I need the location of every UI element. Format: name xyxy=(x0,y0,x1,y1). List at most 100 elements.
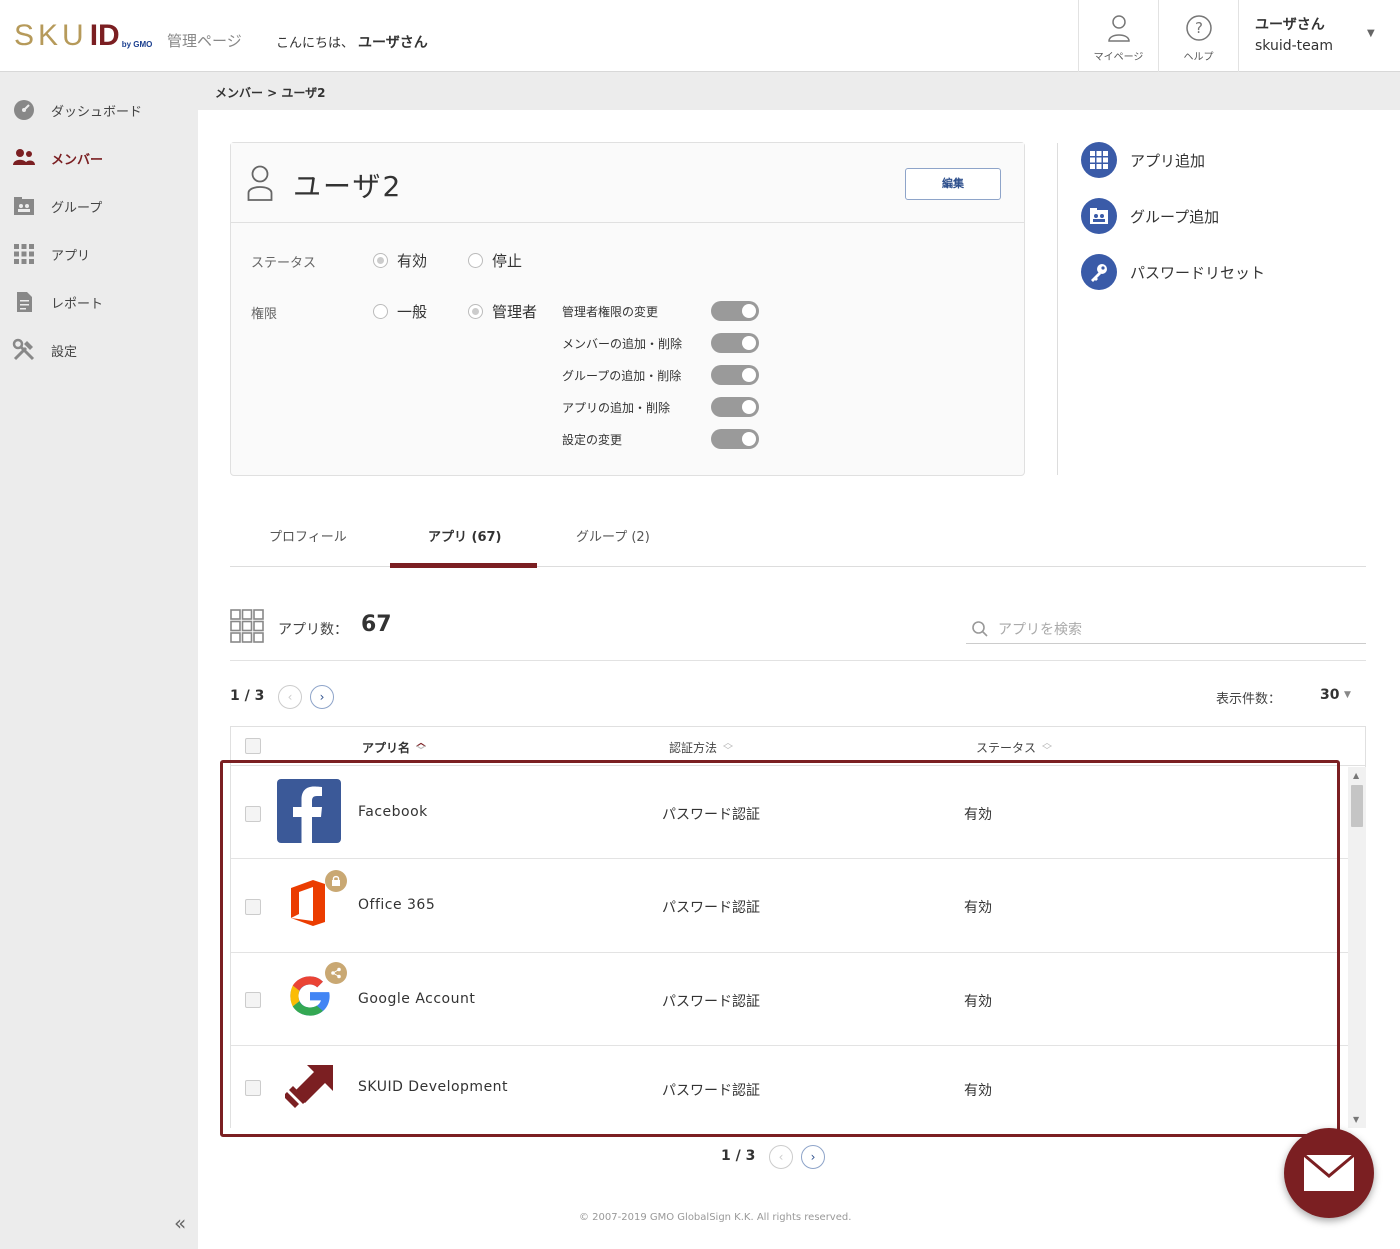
status-radio-suspended[interactable]: 停止 xyxy=(468,250,522,271)
role-radio-general[interactable]: 一般 xyxy=(373,301,427,322)
app-search-input[interactable]: アプリを検索 xyxy=(966,616,1366,644)
radio-label: 一般 xyxy=(397,303,428,321)
app-status: 有効 xyxy=(964,807,992,823)
members-icon xyxy=(13,149,35,165)
column-header-status[interactable]: ステータス ︿ ﹀ xyxy=(976,738,1052,756)
column-header-label: ステータス xyxy=(976,741,1037,755)
permission-toggle-settings[interactable] xyxy=(711,429,759,449)
row-checkbox[interactable] xyxy=(245,899,261,915)
password-reset-action[interactable]: パスワードリセット xyxy=(1081,254,1265,290)
search-placeholder: アプリを検索 xyxy=(998,622,1082,638)
radio-label: 停止 xyxy=(492,252,523,270)
add-app-action[interactable]: アプリ追加 xyxy=(1081,142,1205,178)
sidebar-item-groups[interactable]: グループ xyxy=(0,182,198,230)
next-page-button-bottom[interactable]: › xyxy=(801,1145,825,1169)
mypage-button[interactable]: マイページ xyxy=(1078,0,1158,72)
app-status: 有効 xyxy=(964,1083,992,1099)
chevron-down-icon: ▼ xyxy=(1367,28,1375,39)
column-header-auth[interactable]: 認証方法 ︿ ﹀ xyxy=(669,737,734,757)
radio-dot xyxy=(373,304,388,319)
logo-id: ID xyxy=(89,19,120,52)
app-auth: パスワード認証 xyxy=(662,1083,760,1099)
row-checkbox[interactable] xyxy=(245,806,261,822)
sidebar-item-members[interactable]: メンバー xyxy=(0,134,198,182)
tab-groups[interactable]: グループ (2) xyxy=(576,526,650,545)
chevron-left-icon: ‹ xyxy=(287,690,293,704)
skuid-logo[interactable]: SKU ID by GMO xyxy=(14,19,153,52)
permission-toggle-groups[interactable] xyxy=(711,365,759,385)
permission-toggle-members[interactable] xyxy=(711,333,759,353)
select-all-checkbox[interactable] xyxy=(245,738,261,754)
table-scrollbar[interactable]: ▲ ▼ xyxy=(1348,767,1366,1128)
page-indicator: 1 / 3 xyxy=(230,688,265,704)
scroll-up-icon[interactable]: ▲ xyxy=(1353,771,1359,780)
permission-toggle-admin[interactable] xyxy=(711,301,759,321)
apps-grid-outline-icon xyxy=(230,609,264,643)
table-row[interactable]: Facebook パスワード認証 有効 xyxy=(231,766,1349,859)
table-header: アプリ名 ︿ ﹀ 認証方法 ︿ ﹀ ステータス ︿ ﹀ xyxy=(230,726,1366,766)
app-name[interactable]: Office 365 xyxy=(358,897,435,913)
greeting-user: ユーザさん xyxy=(358,35,428,51)
table-row[interactable]: Office 365 パスワード認証 有効 xyxy=(231,860,1349,953)
app-name[interactable]: Facebook xyxy=(358,804,428,820)
search-icon xyxy=(972,621,988,637)
scroll-down-icon[interactable]: ▼ xyxy=(1353,1115,1359,1124)
chevron-down-icon[interactable]: ▼ xyxy=(1344,690,1351,700)
app-auth: パスワード認証 xyxy=(662,900,760,916)
per-page-label: 表示件数： xyxy=(1216,692,1282,707)
sidebar-item-dashboard[interactable]: ダッシュボード xyxy=(0,86,198,134)
scroll-thumb[interactable] xyxy=(1351,785,1363,827)
radio-dot xyxy=(468,253,483,268)
table-row[interactable]: SKUID Development パスワード認証 有効 xyxy=(231,1046,1349,1128)
permission-toggle-apps[interactable] xyxy=(711,397,759,417)
sidebar-item-reports[interactable]: レポート xyxy=(0,278,198,326)
breadcrumb-text[interactable]: メンバー > ユーザ2 xyxy=(215,84,326,101)
row-checkbox[interactable] xyxy=(245,1080,261,1096)
sidebar-item-settings[interactable]: 設定 xyxy=(0,326,198,374)
sidebar-item-apps[interactable]: アプリ xyxy=(0,230,198,278)
radio-dot xyxy=(468,304,483,319)
column-header-label: 認証方法 xyxy=(669,741,718,755)
collapse-sidebar-icon[interactable]: « xyxy=(174,1211,186,1235)
report-icon xyxy=(17,292,32,312)
row-checkbox[interactable] xyxy=(245,992,261,1008)
edit-button[interactable]: 編集 xyxy=(905,168,1001,200)
permission-label: 設定の変更 xyxy=(562,433,623,447)
next-page-button[interactable]: › xyxy=(310,685,334,709)
google-icon xyxy=(290,976,330,1016)
sort-icon: ︿ ﹀ xyxy=(723,737,734,757)
logo-gmo: by GMO xyxy=(121,40,153,49)
action-label: グループ追加 xyxy=(1130,207,1220,226)
key-icon xyxy=(1081,254,1117,290)
app-name[interactable]: Google Account xyxy=(358,991,475,1007)
table-row[interactable]: Google Account パスワード認証 有効 xyxy=(231,953,1349,1046)
greeting-text: こんにちは、 xyxy=(276,36,355,51)
top-header: SKU ID by GMO 管理ページ こんにちは、 ユーザさん マイページ ? … xyxy=(0,0,1400,72)
per-page-select[interactable]: 30 xyxy=(1320,687,1339,703)
role-radio-admin[interactable]: 管理者 xyxy=(468,301,537,322)
help-button[interactable]: ? ヘルプ xyxy=(1158,0,1238,72)
column-header-app-name[interactable]: アプリ名 ︿ ﹀ xyxy=(362,738,426,756)
help-icon: ? xyxy=(1185,15,1212,41)
tab-profile[interactable]: プロフィール xyxy=(269,526,347,545)
contact-mail-button[interactable] xyxy=(1284,1128,1374,1218)
help-label: ヘルプ xyxy=(1183,52,1214,63)
header-user-name: ユーザさん xyxy=(1255,17,1325,33)
apps-grid-icon xyxy=(14,244,34,264)
prev-page-button-bottom[interactable]: ‹ xyxy=(769,1145,793,1169)
status-radio-active[interactable]: 有効 xyxy=(373,250,427,271)
prev-page-button[interactable]: ‹ xyxy=(278,685,302,709)
app-table-body: Facebook パスワード認証 有効 Office 365 パスワード認証 有… xyxy=(230,766,1366,1128)
count-divider xyxy=(230,660,1366,661)
sidebar-item-label: グループ xyxy=(51,201,103,216)
user-menu[interactable]: ユーザさん skuid-team ▼ xyxy=(1238,0,1400,72)
lock-icon xyxy=(325,870,347,892)
group-icon xyxy=(14,197,34,215)
user-outline-icon xyxy=(247,165,273,201)
tab-apps[interactable]: アプリ (67) xyxy=(428,526,502,545)
chevron-left-icon: ‹ xyxy=(778,1150,784,1164)
add-group-action[interactable]: グループ追加 xyxy=(1081,198,1219,234)
app-name[interactable]: SKUID Development xyxy=(358,1079,508,1095)
vertical-divider xyxy=(1057,143,1058,475)
dashboard-icon xyxy=(14,100,34,120)
